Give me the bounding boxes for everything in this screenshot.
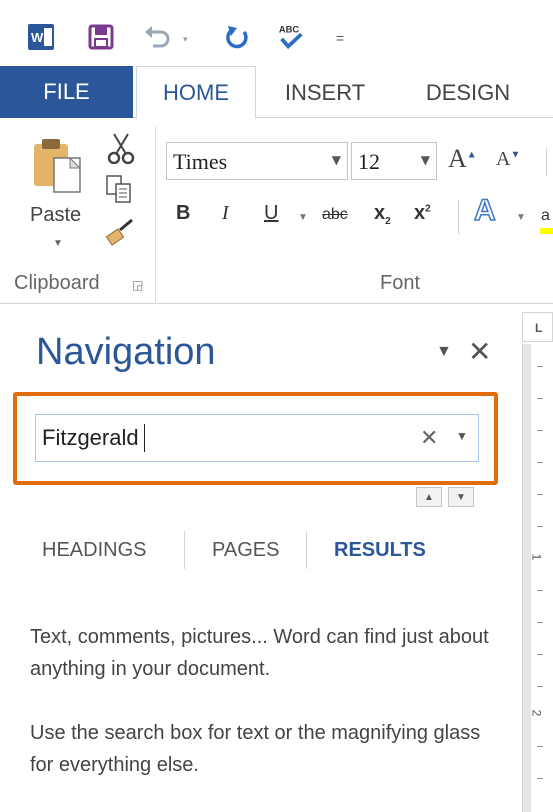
font-group-label: Font <box>380 272 421 294</box>
close-icon[interactable]: ✕ <box>468 335 491 368</box>
tab-pages[interactable]: PAGES <box>212 539 279 562</box>
ruler-tick <box>537 366 543 367</box>
word-logo-letter: W <box>31 29 44 45</box>
undo-dropdown-icon[interactable]: ▾ <box>183 34 188 45</box>
tab-results[interactable]: RESULTS <box>334 539 426 562</box>
shrink-font-button[interactable]: A▼ <box>496 148 520 171</box>
tab-selector-label: L <box>535 321 543 335</box>
ribbon-tabs: FILE HOME INSERT DESIGN <box>0 66 553 119</box>
paste-button[interactable]: Paste <box>30 204 81 227</box>
ruler-number: 2 <box>529 709 544 717</box>
tab-home[interactable]: HOME <box>136 66 256 119</box>
document-page-edge <box>531 344 553 812</box>
font-name-select[interactable]: Times ▼ <box>166 142 348 180</box>
font-name-dropdown-icon[interactable]: ▼ <box>332 153 341 167</box>
strikethrough-button[interactable]: abc <box>322 206 348 224</box>
tab-design[interactable]: DESIGN <box>408 66 528 119</box>
tab-insert[interactable]: INSERT <box>270 66 380 119</box>
grow-font-label: A <box>448 144 467 173</box>
shrink-font-label: A <box>496 148 511 170</box>
undo-icon[interactable] <box>142 22 172 52</box>
divider <box>458 200 459 234</box>
search-box[interactable]: ✕ ▼ <box>35 414 479 462</box>
superscript-button[interactable]: x2 <box>414 202 431 225</box>
results-help-text: Text, comments, pictures... Word can fin… <box>30 626 489 680</box>
copy-icon[interactable] <box>104 174 134 209</box>
save-icon[interactable] <box>86 22 116 52</box>
divider <box>306 531 307 569</box>
subscript-label: x <box>374 202 386 224</box>
superscript-mark: 2 <box>425 203 431 215</box>
quick-access-toolbar: W ▾ ABC = <box>0 0 553 66</box>
ruler-tick <box>537 746 543 747</box>
italic-button[interactable]: I <box>222 202 229 225</box>
font-size-dropdown-icon[interactable]: ▼ <box>421 153 430 167</box>
text-effects-dropdown-icon[interactable]: ▼ <box>516 212 526 223</box>
clear-search-icon[interactable]: ✕ <box>420 425 438 451</box>
font-name-value: Times <box>173 149 228 174</box>
group-divider <box>155 126 156 306</box>
ruler-tick <box>537 778 543 779</box>
svg-text:ABC: ABC <box>279 24 300 34</box>
vertical-ruler[interactable]: 1 2 <box>522 344 553 812</box>
paste-dropdown-icon[interactable]: ▼ <box>53 238 63 249</box>
svg-text:a: a <box>541 207 550 224</box>
redo-icon[interactable] <box>222 22 252 52</box>
search-input[interactable] <box>42 425 402 451</box>
tab-file[interactable]: FILE <box>0 66 133 118</box>
ruler-tick <box>537 622 543 623</box>
subscript-mark: 2 <box>385 216 391 227</box>
ruler-tick <box>537 654 543 655</box>
ruler-tick <box>537 398 543 399</box>
previous-result-button[interactable]: ▲ <box>416 487 442 507</box>
search-options-dropdown-icon[interactable]: ▼ <box>456 429 468 443</box>
ruler-tick <box>537 526 543 527</box>
ruler-number: 1 <box>529 553 544 561</box>
highlight-color-icon[interactable]: a <box>540 198 553 238</box>
pane-options-icon[interactable]: ▼ <box>436 343 452 361</box>
font-size-select[interactable]: 12 ▼ <box>351 142 437 180</box>
word-logo-icon: W <box>26 22 56 52</box>
chevron-up-icon: ▲ <box>424 491 434 503</box>
spelling-icon[interactable]: ABC <box>276 22 306 52</box>
ruler-tick <box>537 494 543 495</box>
customize-toolbar-icon[interactable]: = <box>336 30 344 46</box>
text-effects-button[interactable]: A <box>473 193 496 228</box>
grow-font-button[interactable]: A▲ <box>448 144 477 174</box>
ruler-tick <box>537 686 543 687</box>
divider <box>546 148 547 176</box>
next-result-button[interactable]: ▼ <box>448 487 474 507</box>
tab-headings[interactable]: HEADINGS <box>42 539 146 562</box>
underline-button[interactable]: U <box>264 202 278 225</box>
ruler-tick <box>537 430 543 431</box>
clipboard-group-label: Clipboard <box>14 272 100 294</box>
navigation-pane: Navigation ▼ ✕ ✕ ▼ ▲ ▼ HEADINGS PAGES RE… <box>0 305 513 812</box>
paste-icon[interactable] <box>32 136 82 193</box>
results-help-text: Use the search box for text or the magni… <box>30 722 481 776</box>
format-painter-icon[interactable] <box>104 216 138 251</box>
clipboard-launcher-icon[interactable]: ◲ <box>132 278 143 292</box>
chevron-down-icon: ▼ <box>456 491 466 503</box>
divider <box>184 531 185 569</box>
subscript-button[interactable]: x2 <box>374 202 391 227</box>
bold-button[interactable]: B <box>176 202 190 225</box>
font-size-value: 12 <box>358 149 380 174</box>
underline-dropdown-icon[interactable]: ▼ <box>298 212 308 223</box>
tab-selector[interactable]: L <box>522 312 553 342</box>
superscript-label: x <box>414 202 426 224</box>
navigation-title: Navigation <box>36 331 216 373</box>
cut-icon[interactable] <box>106 132 136 169</box>
ruler-tick <box>537 590 543 591</box>
ribbon-home: Paste ▼ Clipboard ◲ Times ▼ 12 ▼ A▲ A▼ B… <box>0 118 553 306</box>
ruler-tick <box>537 462 543 463</box>
text-cursor <box>144 424 145 452</box>
